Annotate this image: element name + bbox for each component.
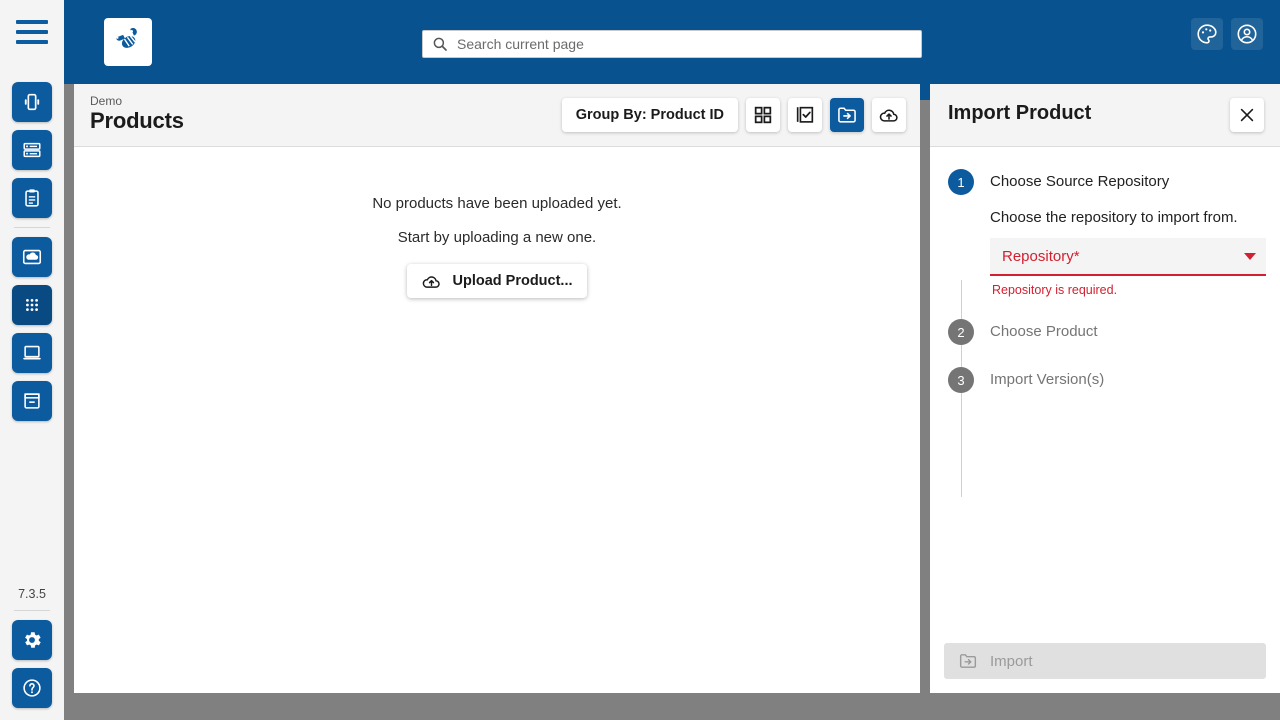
clipboard-icon [25, 189, 39, 207]
close-icon [1240, 108, 1254, 122]
rail-bottom-group [12, 620, 52, 720]
cloud-upload-icon [879, 109, 898, 122]
panel-body: 1 Choose Source Repository Choose the re… [930, 147, 1280, 693]
panel-header: Import Product [930, 84, 1280, 147]
stepper-step-2[interactable]: 2 Choose Product [948, 319, 1280, 345]
stepper-step-3[interactable]: 3 Import Version(s) [948, 367, 1280, 393]
import-folder-icon [838, 107, 856, 123]
import-product-button[interactable] [830, 98, 864, 132]
repository-select[interactable]: Repository* [990, 238, 1266, 276]
content-body: No products have been uploaded yet. Star… [74, 147, 920, 693]
main-content: Demo Products Group By: Product ID No pr… [74, 84, 920, 693]
palette-icon [1197, 24, 1217, 44]
breadcrumb: Demo [90, 94, 123, 108]
grid-view-button[interactable] [746, 98, 780, 132]
panel-title: Import Product [948, 102, 1092, 124]
rail-secondary-group [12, 237, 52, 421]
sidebar-item-help[interactable] [12, 668, 52, 708]
sidebar-item-apps[interactable] [12, 285, 52, 325]
bottom-seam [0, 693, 1280, 720]
import-folder-icon [959, 654, 977, 668]
cloud-upload-icon [423, 275, 441, 288]
rail-primary-group [12, 82, 52, 218]
step-number-badge: 2 [948, 319, 974, 345]
account-circle-icon [1237, 24, 1257, 44]
empty-state: No products have been uploaded yet. Star… [74, 195, 920, 298]
step-number-badge: 3 [948, 367, 974, 393]
step-label: Choose Product [990, 323, 1098, 340]
step-1-content: Choose the repository to import from. Re… [990, 195, 1280, 297]
content-toolbar: Group By: Product ID [561, 98, 906, 132]
chevron-down-icon [1244, 252, 1256, 260]
panel-seam [920, 84, 930, 720]
page-title: Products [90, 108, 184, 133]
rail-divider [14, 227, 50, 228]
grid-view-icon [754, 106, 772, 124]
help-circle-icon [23, 679, 41, 697]
step-spacer-a [948, 297, 1280, 319]
repository-error-message: Repository is required. [992, 283, 1118, 297]
repository-select-label: Repository* [1002, 247, 1080, 265]
header-actions [1191, 18, 1263, 50]
devices-icon [24, 93, 40, 111]
app-window: 7.3.5 Search current page Demo Products … [0, 0, 1280, 720]
step-number-badge: 1 [948, 169, 974, 195]
search-bar[interactable] [422, 30, 922, 58]
panel-close-button[interactable] [1230, 98, 1264, 132]
step-1-description: Choose the repository to import from. [990, 209, 1238, 226]
sidebar-item-list[interactable] [12, 130, 52, 170]
left-sidebar: 7.3.5 [0, 0, 64, 720]
upload-product-label: Upload Product... [452, 273, 573, 289]
cloud-image-icon [22, 249, 42, 265]
select-all-icon [796, 106, 814, 123]
search-input[interactable] [457, 32, 913, 56]
apps-grid-icon [26, 299, 38, 311]
sidebar-item-workstations[interactable] [12, 333, 52, 373]
select-all-button[interactable] [788, 98, 822, 132]
import-button[interactable]: Import [944, 643, 1266, 679]
group-by-button[interactable]: Group By: Product ID [561, 98, 738, 132]
sidebar-item-tasks[interactable] [12, 178, 52, 218]
bee-logo-icon [116, 28, 137, 48]
laptop-icon [23, 345, 41, 360]
account-button[interactable] [1231, 18, 1263, 50]
step-spacer-b [948, 345, 1280, 367]
app-logo[interactable] [104, 18, 152, 66]
archive-icon [24, 393, 40, 409]
import-button-label: Import [990, 652, 1033, 670]
hamburger-menu-button[interactable] [0, 0, 64, 64]
upload-cloud-button[interactable] [872, 98, 906, 132]
sidebar-item-archive[interactable] [12, 381, 52, 421]
sidebar-item-settings[interactable] [12, 620, 52, 660]
gear-icon [25, 632, 41, 648]
import-stepper: 1 Choose Source Repository Choose the re… [930, 169, 1280, 497]
panel-footer: Import [930, 633, 1280, 693]
import-product-panel: Import Product 1 Choose Source Repositor… [930, 84, 1280, 693]
hamburger-menu-icon [16, 20, 48, 44]
empty-state-line-1: No products have been uploaded yet. [372, 195, 622, 212]
step-label: Choose Source Repository [990, 173, 1170, 190]
upload-product-button[interactable]: Upload Product... [407, 264, 587, 298]
sidebar-item-devices[interactable] [12, 82, 52, 122]
rail-divider-bottom [14, 610, 50, 611]
theme-button[interactable] [1191, 18, 1223, 50]
stepper-step-1[interactable]: 1 Choose Source Repository [948, 169, 1280, 195]
version-label: 7.3.5 [18, 587, 46, 601]
left-seam [64, 84, 74, 720]
empty-state-line-2: Start by uploading a new one. [397, 229, 597, 246]
sidebar-item-images[interactable] [12, 237, 52, 277]
app-header [64, 0, 1280, 84]
list-icon [23, 142, 41, 158]
search-icon [433, 37, 447, 51]
step-label: Import Version(s) [990, 371, 1105, 388]
content-header: Demo Products Group By: Product ID [74, 84, 920, 147]
